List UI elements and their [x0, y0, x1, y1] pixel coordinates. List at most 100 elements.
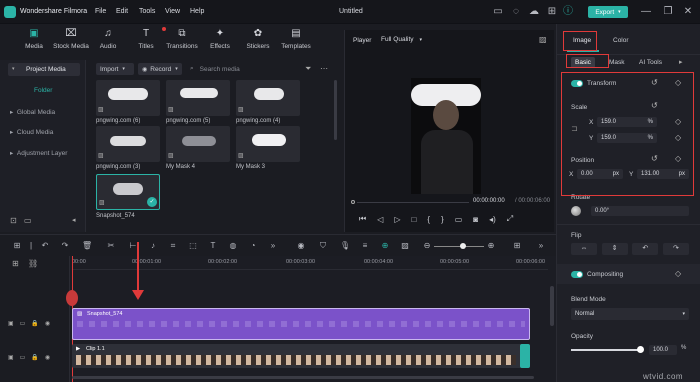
text-icon[interactable]: T [208, 241, 218, 251]
transform-icon[interactable]: ⬚ [188, 241, 198, 251]
media-scrollbar[interactable] [334, 80, 337, 140]
close-icon[interactable]: ✕ [682, 6, 694, 18]
sidebar-item-global-media[interactable]: ▸ Global Media [10, 108, 55, 116]
menu-tools[interactable]: Tools [139, 8, 155, 15]
subtab-ai-tools[interactable]: AI Tools [639, 59, 662, 66]
zoom-slider-knob[interactable] [460, 243, 466, 249]
record-button[interactable]: ◉ Record ▾ [138, 63, 182, 75]
progress-track[interactable] [357, 202, 469, 203]
sidebar-item-cloud-media[interactable]: ▸ Cloud Media [10, 128, 53, 136]
tab-templates[interactable]: ▤ Templates [276, 28, 316, 50]
opacity-slider-knob[interactable] [637, 346, 644, 353]
tab-media[interactable]: ▣ Media [14, 28, 54, 50]
grid-icon[interactable]: ⊞ [546, 6, 558, 18]
media-thumb[interactable]: ▨ [166, 126, 230, 162]
cut-icon[interactable]: ✂ [106, 241, 116, 251]
mic-icon[interactable]: 🎙 [340, 241, 350, 251]
more-icon[interactable]: » [536, 241, 546, 251]
mark-in-icon[interactable]: { [427, 215, 430, 224]
audio-detach-icon[interactable]: ♪ [148, 241, 158, 251]
rotate-left-icon[interactable]: ↶ [632, 243, 659, 255]
media-thumb[interactable]: ▨ [236, 80, 300, 116]
flip-horizontal-icon[interactable]: ⇔ [571, 243, 597, 255]
rotate-right-icon[interactable]: ↷ [662, 243, 689, 255]
playhead-handle[interactable] [66, 290, 78, 306]
link-icon[interactable]: ⛓ [28, 259, 38, 268]
tab-transitions[interactable]: ⧉ Transitions [162, 28, 202, 50]
stop-icon[interactable]: □ [412, 215, 417, 224]
monitor-icon[interactable]: ▭ [492, 6, 504, 18]
zoom-out-icon[interactable]: ⊖ [422, 241, 432, 251]
fullscreen-icon[interactable]: ⤢ [507, 214, 513, 224]
rotate-input[interactable]: 0.00° [591, 206, 689, 216]
blend-mode-select[interactable]: Normal ▾ [571, 308, 689, 320]
sidebar-item-folder[interactable]: Folder [34, 87, 52, 94]
step-back-icon[interactable]: ◁ [377, 215, 383, 224]
speed-icon[interactable]: ◔ [248, 241, 258, 251]
menu-view[interactable]: View [165, 8, 180, 15]
clip-end-marker[interactable] [520, 344, 530, 368]
opacity-slider[interactable] [571, 349, 641, 351]
grid-view-icon[interactable]: ⊞ [512, 241, 522, 251]
rotate-dial[interactable] [571, 206, 581, 216]
tab-stock-media[interactable]: ⌧ Stock Media [51, 28, 91, 50]
media-thumb[interactable]: ▨ [96, 126, 160, 162]
play-icon[interactable]: ▷ [394, 215, 400, 224]
media-thumb[interactable]: ▨ [236, 126, 300, 162]
more-options-icon[interactable]: ⋯ [320, 64, 328, 73]
menu-help[interactable]: Help [190, 8, 204, 15]
render-icon[interactable]: ◉ [296, 241, 306, 251]
image-icon[interactable]: ▨ [400, 241, 410, 251]
maximize-icon[interactable]: ❐ [662, 6, 674, 18]
zoom-in-icon[interactable]: ⊕ [486, 241, 496, 251]
display-icon[interactable]: ▭ [455, 215, 463, 224]
more-icon[interactable]: ▸ [679, 58, 683, 66]
playhead-knob[interactable] [351, 200, 355, 204]
folder-icon[interactable]: ▭ [20, 354, 26, 361]
tab-audio[interactable]: ♫ Audio [88, 28, 128, 50]
headset-icon[interactable]: ◌ [510, 6, 522, 18]
sidebar-item-project-media[interactable]: ▾ Project Media [8, 63, 80, 76]
mark-out-icon[interactable]: } [441, 215, 444, 224]
previous-frame-icon[interactable]: ⏮ [359, 214, 366, 224]
snapshot-icon[interactable]: ▨ [539, 35, 547, 44]
crop-icon[interactable]: ⌗ [168, 241, 178, 251]
tab-effects[interactable]: ✦ Effects [200, 28, 240, 50]
timeline-vertical-scrollbar[interactable] [550, 286, 554, 326]
menu-file[interactable]: File [95, 8, 106, 15]
compositing-toggle[interactable] [571, 271, 583, 278]
zoom-slider[interactable] [434, 246, 484, 247]
filter-icon[interactable]: ⏷ [305, 64, 311, 74]
keyframe-icon[interactable]: ◇ [675, 269, 681, 278]
lock-icon[interactable]: 🔒 [31, 320, 38, 327]
tab-color[interactable]: Color [613, 37, 629, 44]
more-tools-icon[interactable]: » [268, 241, 278, 251]
menu-edit[interactable]: Edit [116, 8, 128, 15]
media-thumb[interactable]: ▨ [96, 80, 160, 116]
undo-icon[interactable]: ↶ [40, 241, 50, 251]
flip-vertical-icon[interactable]: ⇕ [601, 243, 628, 255]
list-icon[interactable]: ≡ [360, 241, 370, 251]
minimize-icon[interactable]: — [640, 6, 652, 18]
volume-icon[interactable]: ◂) [489, 215, 496, 224]
new-folder-icon[interactable]: ⊡ [10, 216, 17, 225]
subtab-mask[interactable]: Mask [609, 59, 625, 66]
redo-icon[interactable]: ↷ [60, 241, 70, 251]
lock-icon[interactable]: 🔒 [31, 354, 38, 361]
folder-icon[interactable]: ▭ [20, 320, 26, 327]
shield-icon[interactable]: ⛉ [318, 241, 328, 251]
add-track-icon[interactable]: ⊞ [12, 259, 19, 268]
layout-icon[interactable]: ⊞ [12, 241, 22, 251]
snap-icon[interactable]: ⊕ [380, 241, 390, 251]
delete-icon[interactable]: 🗑 [82, 241, 92, 251]
sidebar-item-adjustment-layer[interactable]: ▸ Adjustment Layer [10, 149, 67, 157]
quality-dropdown[interactable]: Full Quality ▾ [381, 36, 422, 43]
camera-icon[interactable]: ◙ [473, 215, 478, 224]
import-button[interactable]: Import ▾ [96, 63, 134, 75]
media-thumb[interactable]: ▨ [166, 80, 230, 116]
cloud-icon[interactable]: ☁ [528, 6, 540, 18]
collapse-icon[interactable]: ◂ [72, 216, 76, 224]
info-icon[interactable]: ⓘ [562, 6, 574, 18]
timeline-clip-snapshot[interactable]: ▨ Snapshot_574 [72, 308, 530, 340]
eye-icon[interactable]: ◉ [45, 354, 50, 361]
